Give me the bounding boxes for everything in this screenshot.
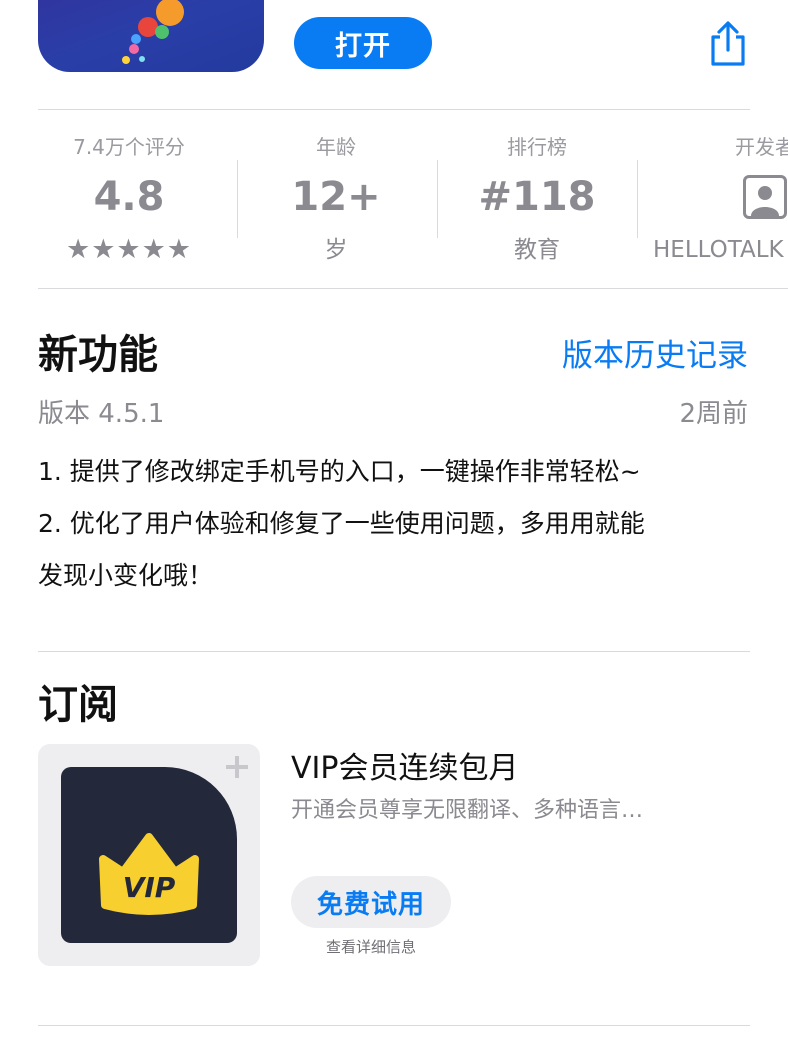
subscription-description: 开通会员尊享无限翻译、多种语言… (291, 798, 644, 823)
version-history-link[interactable]: 版本历史记录 (562, 330, 748, 375)
rating-value: 4.8 (93, 174, 165, 220)
divider (38, 288, 788, 289)
age-unit: 岁 (324, 237, 348, 263)
divider (38, 651, 750, 652)
stat-separator (637, 160, 638, 238)
divider (38, 1025, 750, 1026)
whats-new-title: 新功能 (38, 332, 158, 378)
app-logo-bubbles-icon (122, 0, 184, 64)
free-trial-button[interactable]: 免费试用 (291, 876, 451, 928)
share-icon[interactable] (706, 20, 750, 68)
subscription-title: 订阅 (38, 682, 118, 728)
version-number: 版本 4.5.1 (38, 399, 165, 429)
vip-crown-icon: VIP (99, 833, 199, 915)
release-time-ago: 2周前 (679, 399, 748, 429)
vip-badge: VIP (61, 767, 237, 943)
vip-badge-text: VIP (123, 871, 176, 904)
developer-name: HELLOTALK (653, 237, 784, 263)
developer-label: 开发者 (735, 135, 788, 159)
app-icon (38, 0, 264, 72)
star-rating-icon: ★★★★★ (65, 234, 193, 265)
age-value: 12+ (291, 174, 381, 220)
release-notes: 1. 提供了修改绑定手机号的入口，一键操作非常轻松~ 2. 优化了用户体验和修复… (38, 446, 758, 602)
open-button[interactable]: 打开 (294, 17, 432, 69)
chart-rank: #118 (478, 174, 596, 220)
subscription-name: VIP会员连续包月 (291, 751, 519, 786)
release-note-line: 1. 提供了修改绑定手机号的入口，一键操作非常轻松~ (38, 457, 641, 486)
ratings-count-label: 7.4万个评分 (73, 135, 185, 159)
developer-avatar-icon (743, 175, 787, 219)
chart-category: 教育 (514, 237, 560, 263)
stat-developer[interactable]: 开发者 HELLOTALK (653, 130, 788, 270)
view-details-link[interactable]: 查看详细信息 (291, 936, 451, 957)
release-note-line: 2. 优化了用户体验和修复了一些使用问题，多用用就能 (38, 509, 645, 538)
release-note-line: 发现小变化哦！ (38, 561, 214, 590)
stat-chart[interactable]: 排行榜 #118 教育 (437, 130, 637, 270)
chart-label: 排行榜 (507, 135, 567, 159)
divider (38, 109, 750, 110)
stat-ratings: 7.4万个评分 4.8 ★★★★★ (29, 130, 229, 270)
age-label: 年龄 (316, 135, 356, 159)
stat-age: 年龄 12+ 岁 (236, 130, 436, 270)
subscription-card-image[interactable]: VIP (38, 744, 260, 966)
